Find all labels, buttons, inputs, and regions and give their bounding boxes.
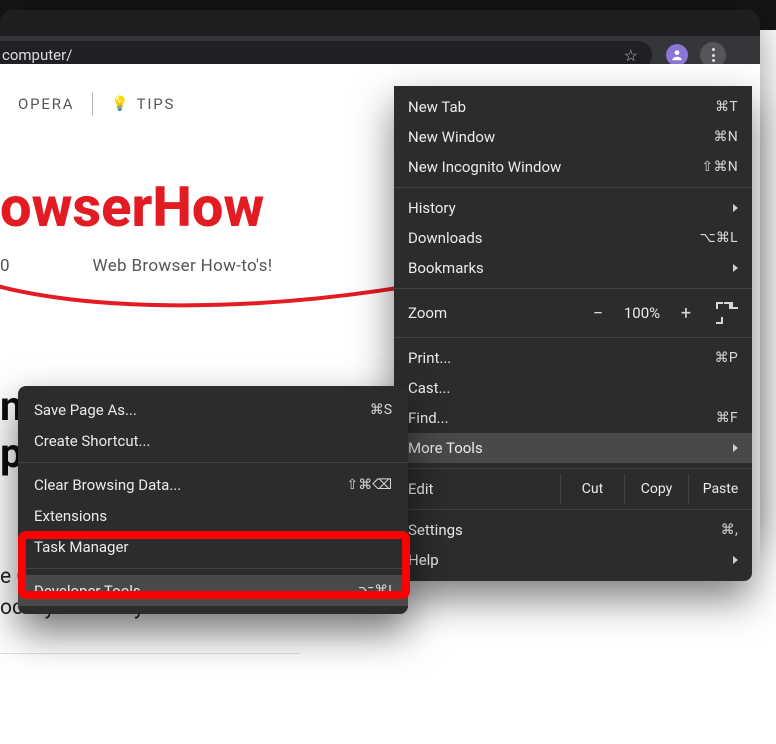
menu-new-incognito[interactable]: New Incognito Window ⇧⌘N <box>394 152 752 182</box>
submenu-developer-tools[interactable]: Developer Tools ⌥⌘I <box>18 575 408 606</box>
submenu-task-manager[interactable]: Task Manager <box>18 531 408 562</box>
menu-settings-accel: ⌘, <box>721 522 738 538</box>
zoom-in-button[interactable]: + <box>670 300 702 326</box>
chevron-right-icon <box>733 556 738 564</box>
menu-downloads[interactable]: Downloads ⌥⌘L <box>394 223 752 253</box>
zoom-out-button[interactable]: − <box>582 300 614 326</box>
submenu-save-page-label: Save Page As... <box>34 401 137 419</box>
menu-find-accel: ⌘F <box>716 410 738 426</box>
submenu-create-shortcut[interactable]: Create Shortcut... <box>18 425 408 456</box>
hero-sub-text: Web Browser How-to's! <box>93 256 273 276</box>
menu-separator <box>394 337 752 338</box>
nav-tips-label: TIPS <box>137 95 176 113</box>
submenu-extensions-label: Extensions <box>34 507 107 525</box>
edit-cut-button[interactable]: Cut <box>560 474 624 504</box>
url-text: computer/ <box>2 46 72 64</box>
menu-find-label: Find... <box>408 409 449 427</box>
menu-separator <box>394 509 752 510</box>
submenu-developer-tools-accel: ⌥⌘I <box>358 583 392 599</box>
chevron-right-icon <box>733 264 738 272</box>
article-divider <box>0 653 300 654</box>
menu-help-label: Help <box>408 551 439 569</box>
zoom-controls: − 100% + <box>582 300 738 326</box>
menu-zoom-label: Zoom <box>408 304 447 322</box>
bookmark-star-icon[interactable]: ☆ <box>624 46 638 65</box>
submenu-developer-tools-label: Developer Tools <box>34 582 141 600</box>
menu-edit-label: Edit <box>408 480 433 498</box>
menu-new-tab[interactable]: New Tab ⌘T <box>394 92 752 122</box>
menu-print-accel: ⌘P <box>715 350 738 366</box>
menu-settings[interactable]: Settings ⌘, <box>394 515 752 545</box>
nav-tips[interactable]: 💡 TIPS <box>93 95 193 113</box>
chevron-right-icon <box>733 444 738 452</box>
menu-new-tab-label: New Tab <box>408 98 466 116</box>
profile-avatar[interactable] <box>666 44 688 66</box>
menu-bookmarks-label: Bookmarks <box>408 259 484 277</box>
submenu-clear-data-accel: ⇧⌘⌫ <box>346 477 392 493</box>
hero-underline <box>0 280 410 320</box>
chevron-right-icon <box>733 204 738 212</box>
nav-opera[interactable]: OPERA <box>0 95 92 113</box>
menu-separator <box>394 288 752 289</box>
menu-cast[interactable]: Cast... <box>394 373 752 403</box>
submenu-save-page-accel: ⌘S <box>370 402 392 418</box>
edit-copy-button[interactable]: Copy <box>624 474 688 504</box>
menu-new-window-label: New Window <box>408 128 495 146</box>
menu-zoom: Zoom − 100% + <box>394 294 752 332</box>
menu-new-window-accel: ⌘N <box>713 129 738 145</box>
menu-downloads-accel: ⌥⌘L <box>699 230 738 246</box>
menu-separator <box>394 187 752 188</box>
submenu-task-manager-label: Task Manager <box>34 538 129 556</box>
zoom-percentage: 100% <box>614 304 670 322</box>
menu-new-incognito-accel: ⇧⌘N <box>701 159 738 175</box>
menu-find[interactable]: Find... ⌘F <box>394 403 752 433</box>
menu-more-tools[interactable]: More Tools <box>394 433 752 463</box>
menu-help[interactable]: Help <box>394 545 752 575</box>
menu-separator <box>18 462 408 463</box>
hero-sub-prefix: 0 <box>0 256 10 276</box>
menu-settings-label: Settings <box>408 521 463 539</box>
menu-new-window[interactable]: New Window ⌘N <box>394 122 752 152</box>
fullscreen-icon[interactable] <box>716 302 738 324</box>
submenu-create-shortcut-label: Create Shortcut... <box>34 432 150 450</box>
chrome-main-menu: New Tab ⌘T New Window ⌘N New Incognito W… <box>394 86 752 581</box>
menu-new-tab-accel: ⌘T <box>715 99 738 115</box>
lightbulb-icon: 💡 <box>111 96 130 112</box>
nav-opera-label: OPERA <box>18 95 74 113</box>
menu-bookmarks[interactable]: Bookmarks <box>394 253 752 283</box>
submenu-clear-data[interactable]: Clear Browsing Data... ⇧⌘⌫ <box>18 469 408 500</box>
menu-print[interactable]: Print... ⌘P <box>394 343 752 373</box>
menu-print-label: Print... <box>408 349 451 367</box>
menu-history-label: History <box>408 199 456 217</box>
submenu-clear-data-label: Clear Browsing Data... <box>34 476 181 494</box>
menu-separator <box>394 468 752 469</box>
edit-paste-button[interactable]: Paste <box>688 474 752 504</box>
menu-edit: Edit Cut Copy Paste <box>394 474 752 504</box>
menu-new-incognito-label: New Incognito Window <box>408 158 561 176</box>
submenu-extensions[interactable]: Extensions <box>18 500 408 531</box>
menu-more-tools-label: More Tools <box>408 439 483 457</box>
submenu-save-page[interactable]: Save Page As... ⌘S <box>18 394 408 425</box>
vertical-dots-icon <box>712 48 715 62</box>
menu-downloads-label: Downloads <box>408 229 483 247</box>
more-tools-submenu: Save Page As... ⌘S Create Shortcut... Cl… <box>18 386 408 614</box>
menu-history[interactable]: History <box>394 193 752 223</box>
edit-buttons: Cut Copy Paste <box>560 474 752 504</box>
menu-separator <box>18 568 408 569</box>
menu-cast-label: Cast... <box>408 379 450 397</box>
